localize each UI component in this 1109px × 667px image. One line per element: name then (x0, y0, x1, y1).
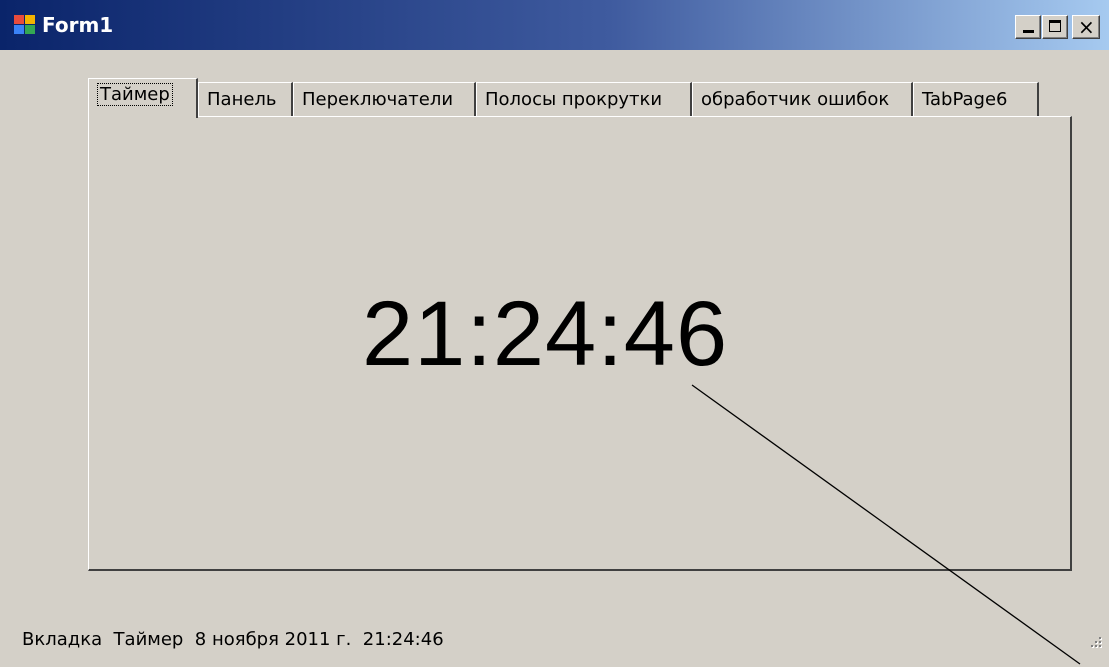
minimize-icon (1023, 30, 1034, 33)
window-form-icon (14, 15, 36, 35)
maximize-button[interactable] (1042, 15, 1068, 39)
tab-label: Полосы прокрутки (485, 89, 663, 110)
tab-error-handler[interactable]: обработчик ошибок (692, 82, 913, 116)
timer-display: 21:24:46 (362, 283, 729, 385)
tab-label: TabPage6 (922, 89, 1008, 110)
close-button[interactable]: × (1072, 15, 1100, 39)
tab-switches[interactable]: Переключатели (293, 82, 476, 116)
status-bar: Вкладка Таймер 8 ноября 2011 г. 21:24:46 (0, 615, 1109, 667)
tab-label: Переключатели (302, 89, 454, 110)
tab-label: Панель (207, 89, 277, 110)
tab-scrollbars[interactable]: Полосы прокрутки (476, 82, 692, 116)
tab-label: обработчик ошибок (701, 89, 890, 110)
close-icon: × (1078, 15, 1095, 39)
tab-timer[interactable]: Таймер (88, 78, 198, 118)
title-bar[interactable]: Form1 × (0, 0, 1109, 50)
resize-grip-icon[interactable] (1087, 633, 1103, 649)
tab-tabpage6[interactable]: TabPage6 (913, 82, 1039, 116)
status-label: Вкладка Таймер 8 ноября 2011 г. 21:24:46 (22, 629, 444, 650)
window-title: Form1 (42, 13, 114, 37)
tab-panel[interactable]: Панель (198, 82, 293, 116)
maximize-icon (1049, 20, 1061, 32)
minimize-button[interactable] (1015, 15, 1041, 39)
tab-label: Таймер (97, 83, 173, 106)
